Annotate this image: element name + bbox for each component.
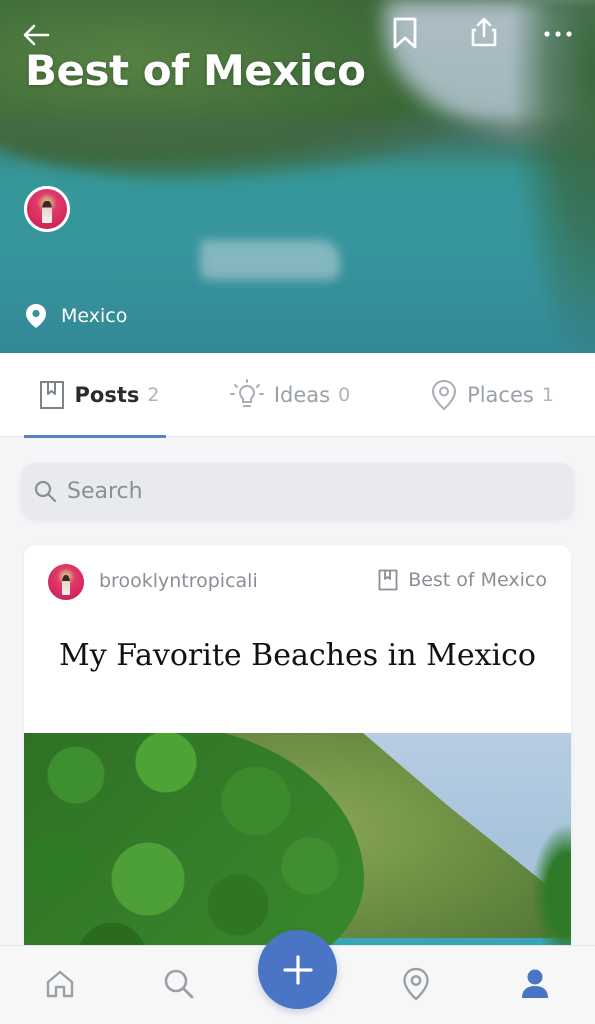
post-author-username[interactable]: brooklyntropicali (99, 570, 258, 592)
post-collection-link[interactable]: Best of Mexico (378, 569, 547, 591)
tab-places-count: 1 (541, 384, 554, 406)
bookmark-icon (393, 17, 417, 49)
share-icon (471, 17, 497, 47)
more-options-button[interactable] (540, 22, 576, 46)
search-icon (164, 969, 194, 999)
home-icon (46, 970, 74, 998)
post-card-header: brooklyntropicali Best of Mexico (24, 545, 571, 617)
search-icon (34, 480, 57, 503)
location-label: Mexico (61, 305, 128, 327)
search-bar[interactable]: Search (21, 463, 574, 519)
add-button[interactable] (258, 930, 337, 1009)
bookmark-outline-icon (378, 569, 398, 591)
tab-ideas[interactable]: Ideas 0 (190, 353, 390, 437)
post-title[interactable]: My Favorite Beaches in Mexico (24, 638, 571, 673)
nav-home[interactable] (40, 964, 80, 1004)
lightbulb-icon (229, 379, 264, 407)
collection-page: Best of Mexico Mexico Posts 2 Ideas 0 Pl… (0, 0, 595, 1024)
post-collection-name: Best of Mexico (408, 569, 547, 591)
tab-places-label: Places (467, 383, 534, 407)
active-tab-indicator (24, 435, 166, 438)
map-pin-icon (403, 967, 429, 1001)
tab-ideas-label: Ideas (273, 383, 331, 407)
tab-places[interactable]: Places 1 (390, 353, 595, 437)
tab-posts-count: 2 (147, 384, 160, 406)
avatar-figure (61, 574, 71, 595)
nav-profile[interactable] (515, 964, 555, 1004)
bookmark-outline-icon (39, 381, 64, 409)
save-collection-button[interactable] (389, 14, 421, 52)
tab-posts[interactable]: Posts 2 (0, 353, 190, 438)
share-button[interactable] (468, 14, 500, 50)
collection-location[interactable]: Mexico (25, 303, 127, 329)
nav-places[interactable] (396, 964, 436, 1004)
collection-tabs: Posts 2 Ideas 0 Places 1 (0, 353, 595, 438)
post-card[interactable]: brooklyntropicali Best of Mexico My Favo… (24, 545, 571, 965)
collection-title: Best of Mexico (25, 46, 366, 95)
tab-posts-label: Posts (74, 383, 140, 407)
search-placeholder: Search (67, 478, 143, 504)
more-horizontal-icon (544, 31, 572, 37)
owner-avatar[interactable] (24, 186, 70, 232)
post-author-avatar[interactable] (46, 562, 86, 602)
map-pin-icon (26, 304, 46, 328)
arrow-left-icon (23, 24, 50, 46)
tab-ideas-count: 0 (338, 384, 351, 406)
map-pin-outline-icon (432, 379, 457, 411)
photo-foliage-right (531, 823, 571, 963)
hero-header: Best of Mexico Mexico (0, 0, 595, 353)
avatar-figure (42, 201, 52, 223)
profile-icon (522, 969, 548, 998)
nav-search[interactable] (159, 964, 199, 1004)
add-icon (282, 954, 313, 985)
